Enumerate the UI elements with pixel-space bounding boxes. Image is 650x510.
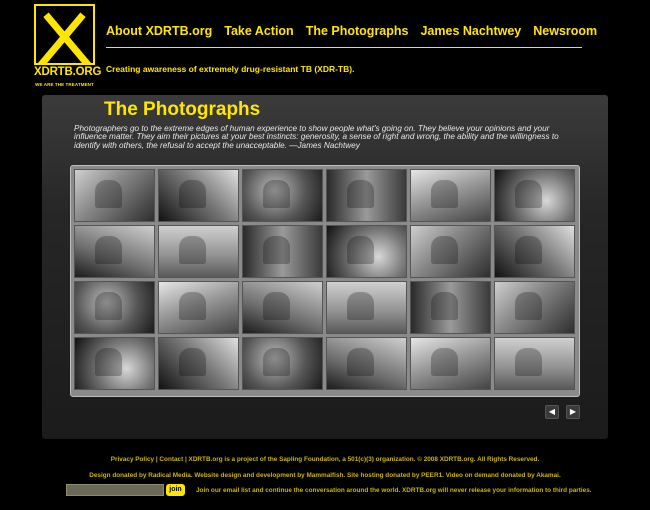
- photo-thumbnail[interactable]: [74, 169, 155, 222]
- logo-tagline: WE ARE THE TREATMENT: [35, 82, 94, 87]
- page-title: The Photographs: [104, 99, 261, 120]
- photo-grid: [74, 169, 576, 390]
- photo-thumbnail[interactable]: [242, 225, 323, 278]
- photo-thumbnail[interactable]: [494, 225, 575, 278]
- nav-james-nachtwey[interactable]: James Nachtwey: [420, 24, 521, 38]
- photo-thumbnail[interactable]: [158, 169, 239, 222]
- photographs-panel: The Photographs Photographers go to the …: [42, 95, 608, 439]
- photo-thumbnail[interactable]: [74, 281, 155, 334]
- photo-thumbnail[interactable]: [326, 169, 407, 222]
- nav-about[interactable]: About XDRTB.org: [106, 24, 212, 38]
- photo-thumbnail[interactable]: [158, 337, 239, 390]
- photo-thumbnail[interactable]: [494, 169, 575, 222]
- join-description: Join our email list and continue the con…: [196, 487, 592, 494]
- logo-wordmark: XDRTB.ORG: [34, 66, 102, 78]
- photo-thumbnail[interactable]: [74, 225, 155, 278]
- photo-thumbnail[interactable]: [494, 281, 575, 334]
- footer-credits: Design donated by Radical Media. Website…: [89, 472, 561, 479]
- footer-legal: Privacy Policy | Contact | XDRTB.org is …: [110, 456, 540, 463]
- next-arrow-icon[interactable]: ▶: [566, 405, 580, 419]
- photo-thumbnail[interactable]: [74, 337, 155, 390]
- nav-take-action[interactable]: Take Action: [224, 24, 293, 38]
- photo-thumbnail[interactable]: [326, 225, 407, 278]
- photo-thumbnail[interactable]: [242, 337, 323, 390]
- nav-divider: [106, 47, 582, 48]
- logo-x-icon: [36, 6, 93, 63]
- xdrtb-logo[interactable]: XDRTB.ORG WE ARE THE TREATMENT: [34, 4, 102, 90]
- nav-the-photographs[interactable]: The Photographs: [306, 24, 409, 38]
- photo-thumbnail[interactable]: [410, 225, 491, 278]
- site-tagline: Creating awareness of extremely drug-res…: [106, 64, 355, 74]
- nav-newsroom[interactable]: Newsroom: [533, 24, 597, 38]
- photo-thumbnail[interactable]: [410, 337, 491, 390]
- photo-thumbnail[interactable]: [326, 337, 407, 390]
- photo-thumbnail[interactable]: [410, 281, 491, 334]
- nachtwey-quote: Photographers go to the extreme edges of…: [74, 124, 559, 150]
- photo-thumbnail[interactable]: [242, 169, 323, 222]
- main-nav: About XDRTB.org Take Action The Photogra…: [106, 24, 609, 38]
- email-signup-input[interactable]: [66, 484, 164, 496]
- photo-thumbnail[interactable]: [158, 281, 239, 334]
- photo-thumbnail[interactable]: [326, 281, 407, 334]
- photo-thumbnail[interactable]: [410, 169, 491, 222]
- photo-thumbnail[interactable]: [494, 337, 575, 390]
- prev-arrow-icon[interactable]: ◀: [545, 405, 559, 419]
- join-button[interactable]: join: [166, 484, 185, 496]
- photo-thumbnail[interactable]: [242, 281, 323, 334]
- photo-thumbnail[interactable]: [158, 225, 239, 278]
- photo-gallery: [70, 165, 580, 397]
